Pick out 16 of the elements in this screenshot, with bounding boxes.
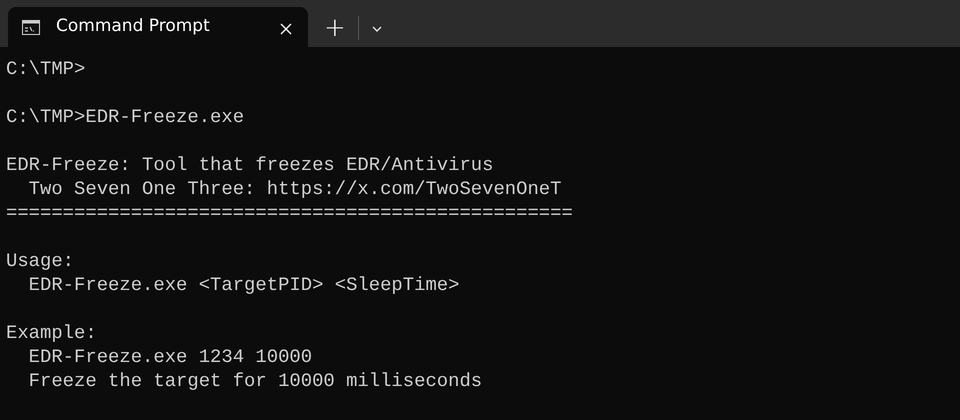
close-icon: [280, 22, 292, 35]
tab-title: Command Prompt: [56, 15, 210, 38]
console-line: Example:: [6, 321, 97, 345]
console-line: C:\TMP>: [6, 57, 86, 81]
console-line: C:\TMP>EDR-Freeze.exe: [6, 105, 244, 129]
console-line: EDR-Freeze.exe 1234 10000: [28, 345, 312, 369]
console-line: Freeze the target for 10000 milliseconds: [28, 369, 482, 393]
console-line: EDR-Freeze: Tool that freezes EDR/Antivirus: [6, 153, 494, 177]
new-tab-button[interactable]: +: [316, 15, 354, 41]
terminal-icon: [22, 20, 40, 34]
chevron-down-icon: [370, 24, 383, 33]
tab[interactable]: Command Prompt: [8, 7, 308, 47]
console-line: Two Seven One Three: https://x.com/TwoSevenOneT: [28, 177, 562, 201]
console-line: Usage:: [6, 249, 74, 273]
console-line: ==================================================: [6, 201, 573, 225]
console-line: EDR-Freeze.exe <TargetPID> <SleepTime>: [28, 273, 460, 297]
